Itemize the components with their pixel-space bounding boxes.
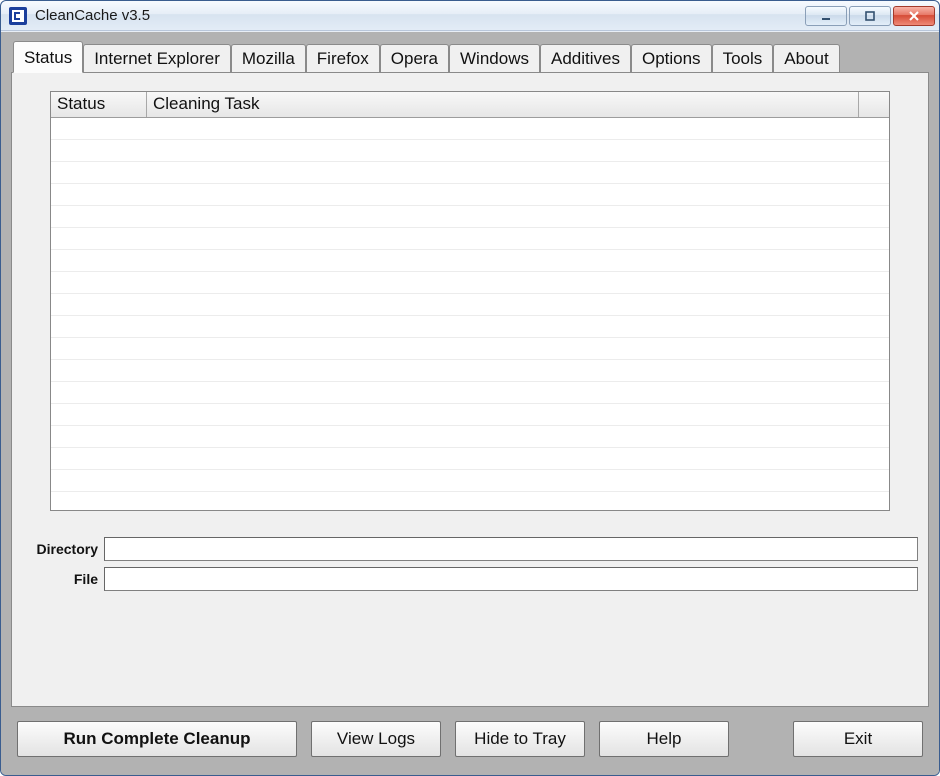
tab-tools[interactable]: Tools xyxy=(712,44,774,72)
file-field[interactable] xyxy=(104,567,918,591)
maximize-icon xyxy=(864,10,876,22)
column-header-status[interactable]: Status xyxy=(51,92,147,117)
list-item xyxy=(51,470,889,492)
tab-about[interactable]: About xyxy=(773,44,839,72)
list-item xyxy=(51,162,889,184)
list-item xyxy=(51,184,889,206)
column-header-tail[interactable] xyxy=(859,92,889,117)
tab-body-status: Status Cleaning Task xyxy=(11,72,929,707)
list-item xyxy=(51,360,889,382)
list-item xyxy=(51,338,889,360)
list-item xyxy=(51,206,889,228)
list-item xyxy=(51,382,889,404)
view-logs-button[interactable]: View Logs xyxy=(311,721,441,757)
hide-to-tray-button[interactable]: Hide to Tray xyxy=(455,721,585,757)
directory-label: Directory xyxy=(20,541,104,557)
listview-header: Status Cleaning Task xyxy=(51,92,889,118)
file-row: File xyxy=(20,567,918,591)
tab-windows[interactable]: Windows xyxy=(449,44,540,72)
tab-firefox[interactable]: Firefox xyxy=(306,44,380,72)
list-item xyxy=(51,272,889,294)
file-label: File xyxy=(20,571,104,587)
button-bar: Run Complete Cleanup View Logs Hide to T… xyxy=(11,707,929,765)
directory-field[interactable] xyxy=(104,537,918,561)
field-block: Directory File xyxy=(20,537,918,591)
exit-button[interactable]: Exit xyxy=(793,721,923,757)
tab-internet-explorer[interactable]: Internet Explorer xyxy=(83,44,231,72)
list-item xyxy=(51,118,889,140)
list-item xyxy=(51,294,889,316)
directory-row: Directory xyxy=(20,537,918,561)
tab-options[interactable]: Options xyxy=(631,44,712,72)
list-item xyxy=(51,316,889,338)
list-item xyxy=(51,448,889,470)
status-listview[interactable]: Status Cleaning Task xyxy=(50,91,890,511)
tab-status[interactable]: Status xyxy=(13,41,83,73)
maximize-button[interactable] xyxy=(849,6,891,26)
minimize-button[interactable] xyxy=(805,6,847,26)
main-window: CleanCache v3.5 Status Internet Explorer… xyxy=(0,0,940,776)
list-item xyxy=(51,404,889,426)
title-bar: CleanCache v3.5 xyxy=(1,1,939,31)
tab-opera[interactable]: Opera xyxy=(380,44,449,72)
column-header-cleaning-task[interactable]: Cleaning Task xyxy=(147,92,859,117)
tab-mozilla[interactable]: Mozilla xyxy=(231,44,306,72)
client-area: Status Internet Explorer Mozilla Firefox… xyxy=(1,31,939,775)
list-item xyxy=(51,228,889,250)
list-item xyxy=(51,250,889,272)
close-button[interactable] xyxy=(893,6,935,26)
tab-additives[interactable]: Additives xyxy=(540,44,631,72)
list-item xyxy=(51,140,889,162)
tab-control: Status Internet Explorer Mozilla Firefox… xyxy=(11,42,929,707)
tab-strip: Status Internet Explorer Mozilla Firefox… xyxy=(11,42,929,72)
window-controls xyxy=(805,6,935,26)
app-icon xyxy=(9,7,27,25)
window-title: CleanCache v3.5 xyxy=(33,7,805,24)
help-button[interactable]: Help xyxy=(599,721,729,757)
close-icon xyxy=(908,10,920,22)
listview-rows xyxy=(51,118,889,510)
list-item xyxy=(51,426,889,448)
minimize-icon xyxy=(820,10,832,22)
run-complete-cleanup-button[interactable]: Run Complete Cleanup xyxy=(17,721,297,757)
